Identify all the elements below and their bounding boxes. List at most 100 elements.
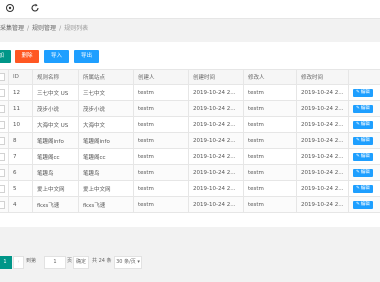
add-button[interactable]: 添加 [0,50,11,63]
row-checkbox[interactable] [0,184,5,193]
table-row[interactable]: 7 笔趣阁cc 笔趣阁cc testm 2019-10-24 2... testm 2019… [0,148,380,165]
edit-button[interactable]: ✎编辑 [353,168,373,177]
column-header-rule-name[interactable]: 规则名称 [32,69,79,85]
rule-name-cell: 笔趣鸟 [32,164,79,181]
action-cell: ✎编辑 [348,116,380,133]
next-page-icon[interactable]: › [13,256,24,269]
page-size-select[interactable]: 30 条/页 ▾ [114,256,142,269]
rule-name-cell: 三七中文 US [32,84,79,101]
modified-time-cell: 2019-10-24 2... [296,196,349,213]
edit-button[interactable]: ✎编辑 [353,184,373,193]
site-cell: 笔趣阁cc [78,148,134,165]
edit-button[interactable]: ✎编辑 [353,152,373,161]
page-size-value: 30 条/页 [116,259,136,265]
row-checkbox[interactable] [0,88,5,97]
page-unit-label: 页 [67,258,73,264]
modifier-cell: testm [243,132,297,149]
column-header-created-time[interactable]: 创建时间 [188,69,244,85]
row-checkbox[interactable] [0,120,5,129]
creator-cell: testm [133,196,189,213]
goto-label: 到第 [26,258,37,264]
modified-time-cell: 2019-10-24 2... [296,132,349,149]
modifier-cell: testm [243,84,297,101]
select-all-cell[interactable] [0,69,9,85]
column-header-id[interactable]: ID [8,69,33,85]
creator-cell: testm [133,100,189,117]
modified-time-cell: 2019-10-24 2... [296,148,349,165]
goto-confirm-button[interactable]: 确定 [73,256,89,269]
goto-page-input[interactable]: 1 [44,256,66,269]
site-cell: 笔趣阁info [78,132,134,149]
pencil-icon: ✎ [356,89,360,95]
column-header-actions [348,69,380,85]
column-header-modified-time[interactable]: 修改时间 [296,69,349,85]
select-cell [0,196,9,213]
pencil-icon: ✎ [356,105,360,111]
row-checkbox[interactable] [0,136,5,145]
pencil-icon: ✎ [356,121,360,127]
id-cell: 4 [8,196,33,213]
site-cell: 三七中文 [78,84,134,101]
breadcrumb-item-rules[interactable]: 规则管理 [32,22,56,36]
edit-button[interactable]: ✎编辑 [353,136,373,145]
pencil-icon: ✎ [356,185,360,191]
delete-button[interactable]: 删除 [15,50,39,63]
select-cell [0,116,9,133]
table-row[interactable]: 8 笔趣阁info 笔趣阁info testm 2019-10-24 2... testm… [0,132,380,149]
column-header-creator[interactable]: 创建人 [133,69,189,85]
row-checkbox[interactable] [0,104,5,113]
column-header-site[interactable]: 所属站点 [78,69,134,85]
page: 采集管理/规则管理/规则列表 添加 删除 导入 导出 [0,0,380,282]
table-row[interactable]: 10 大海中文 US 大海中文 testm 2019-10-24 2... testm 20… [0,116,380,133]
creator-cell: testm [133,180,189,197]
breadcrumb-item-collect[interactable]: 采集管理 [0,22,24,36]
select-cell [0,132,9,149]
creator-cell: testm [133,164,189,181]
breadcrumb-item-rule-list: 规则列表 [64,25,89,32]
action-cell: ✎编辑 [348,164,380,181]
edit-button[interactable]: ✎编辑 [353,88,373,97]
pencil-icon: ✎ [356,153,360,159]
import-button[interactable]: 导入 [44,50,69,63]
row-checkbox[interactable] [0,152,5,161]
edit-button[interactable]: ✎编辑 [353,200,373,209]
table-row[interactable]: 11 茂步小说 茂步小说 testm 2019-10-24 2... testm 2019-… [0,100,380,117]
created-time-cell: 2019-10-24 2... [188,164,244,181]
creator-cell: testm [133,116,189,133]
rule-table: ID 规则名称 所属站点 创建人 创建时间 修改人 修改时间 12 三七中文 US… [0,69,380,213]
target-icon[interactable] [4,3,16,15]
created-time-cell: 2019-10-24 2... [188,100,244,117]
chevron-down-icon: ▾ [137,259,140,265]
table-row[interactable]: 6 笔趣鸟 笔趣鸟 testm 2019-10-24 2... testm 2019-10-… [0,164,380,181]
edit-button-label: 编辑 [360,89,370,95]
rule-name-cell: 大海中文 US [32,116,79,133]
row-checkbox[interactable] [0,200,5,209]
page-current[interactable]: 1 [0,256,12,269]
select-all-checkbox[interactable] [0,73,5,81]
modifier-cell: testm [243,148,297,165]
column-header-modifier[interactable]: 修改人 [243,69,297,85]
breadcrumb-separator: / [27,25,30,32]
edit-button-label: 编辑 [360,169,370,175]
created-time-cell: 2019-10-24 2... [188,84,244,101]
table-body: 12 三七中文 US 三七中文 testm 2019-10-24 2... testm 20… [0,84,380,213]
table-row[interactable]: 5 爱上中文网 爱上中文网 testm 2019-10-24 2... testm 2019… [0,180,380,197]
export-button[interactable]: 导出 [74,50,99,63]
select-cell [0,84,9,101]
created-time-cell: 2019-10-24 2... [188,116,244,133]
refresh-icon[interactable] [29,3,41,15]
content-panel: 添加 删除 导入 导出 [0,42,380,269]
table-row[interactable]: 12 三七中文 US 三七中文 testm 2019-10-24 2... testm 20… [0,84,380,101]
edit-button[interactable]: ✎编辑 [353,104,373,113]
modifier-cell: testm [243,180,297,197]
id-cell: 8 [8,132,33,149]
table-row[interactable]: 4 fkxs飞速 fkxs飞速 testm 2019-10-24 2... testm 20… [0,196,380,213]
breadcrumb-separator: / [59,25,62,32]
id-cell: 10 [8,116,33,133]
creator-cell: testm [133,84,189,101]
site-cell: 茂步小说 [78,100,134,117]
edit-button[interactable]: ✎编辑 [353,120,373,129]
row-checkbox[interactable] [0,168,5,177]
edit-button-label: 编辑 [360,185,370,191]
pencil-icon: ✎ [356,169,360,175]
